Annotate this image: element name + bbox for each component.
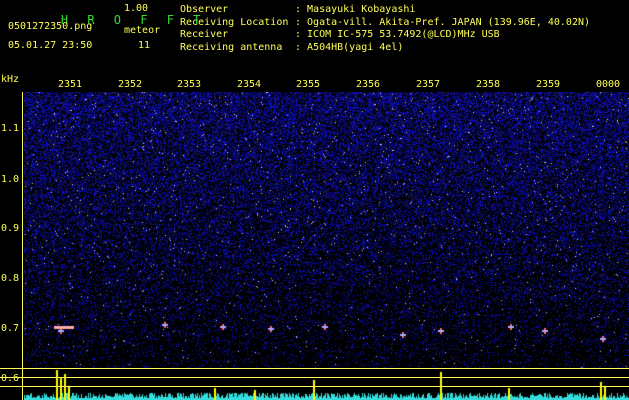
separator-line-mid [0,377,629,378]
y-tick-0-6: 0.6 [1,373,20,384]
y-tick-0-9: 0.9 [1,223,20,234]
x-tick-2352: 2352 [118,79,143,90]
x-tick-2357: 2357 [416,79,441,90]
meteor-label: meteor [124,25,161,36]
separator-line-top [0,368,629,369]
x-tick-2356: 2356 [356,79,381,90]
info-value-receiver: : ICOM IC-575 53.7492(@LCD)MHz USB [295,29,500,40]
x-tick-2353: 2353 [177,79,202,90]
spectrogram-canvas [24,92,629,368]
x-tick-2355: 2355 [296,79,321,90]
info-label-observer: Observer [180,4,229,15]
info-labels: Observer Receiving Location Receiver Rec… [180,4,288,54]
y-axis-unit: kHz [1,74,20,85]
info-label-receiver: Receiver [180,29,229,40]
datetime: 05.01.27 23:50 [8,40,93,51]
app-version: 1.00 [124,3,149,14]
y-axis-line [22,92,23,400]
x-tick-0000: 0000 [596,79,621,90]
info-label-location: Receiving Location [180,16,289,28]
separator-line-low [0,386,629,387]
info-values: : Masayuki Kobayashi : Ogata-vill. Akita… [295,4,590,54]
meteor-count: 11 [138,40,151,51]
y-tick-1-1: 1.1 [1,123,20,134]
info-value-location: : Ogata-vill. Akita-Pref. JAPAN (139.96E… [295,16,591,28]
y-tick-0-8: 0.8 [1,273,20,284]
x-tick-2358: 2358 [476,79,501,90]
info-value-antenna: : A504HB(yagi 4el) [295,41,404,53]
info-value-observer: : Masayuki Kobayashi [295,4,416,15]
x-tick-2351: 2351 [58,79,83,90]
info-label-antenna: Receiving antenna [180,41,283,53]
y-tick-1-0: 1.0 [1,174,20,185]
y-tick-0-7: 0.7 [1,323,20,334]
x-tick-2354: 2354 [237,79,262,90]
file-name: 0501272350.png [8,21,93,32]
signal-histogram [24,368,629,400]
x-tick-2359: 2359 [536,79,561,90]
